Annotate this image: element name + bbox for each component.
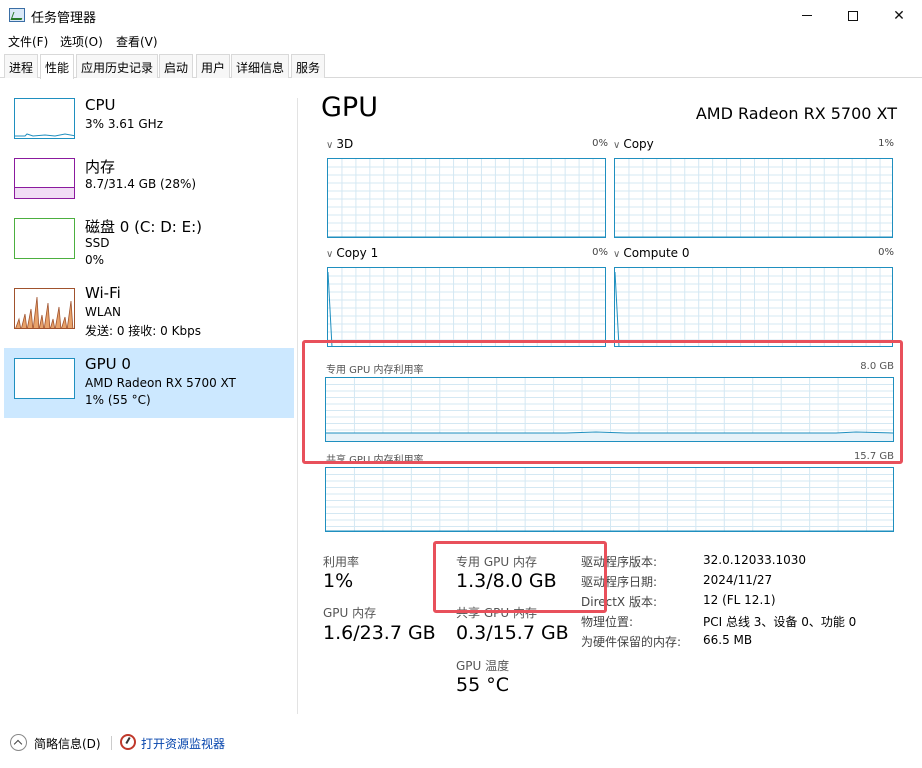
sidebar-item-gpu[interactable]: GPU 0 AMD Radeon RX 5700 XT 1% (55 °C) [4, 348, 294, 418]
footer-divider [111, 736, 112, 750]
sidebar-item-label: Wi-Fi [85, 284, 121, 302]
utilization-value: 1% [323, 570, 354, 592]
gpu-memory-label: GPU 内存 [323, 606, 377, 620]
grid-lines [615, 268, 892, 346]
engine-percent: 1% [878, 138, 894, 149]
tab-startup[interactable]: 启动 [159, 54, 194, 78]
chevron-down-icon: ∨ [326, 249, 334, 260]
fewer-details-button[interactable]: 简略信息(D) [34, 735, 101, 752]
task-manager-icon [9, 8, 25, 22]
graph-shared-memory [325, 467, 894, 532]
tab-users[interactable]: 用户 [196, 54, 231, 78]
menu-file[interactable]: 文件(F) [8, 33, 48, 50]
sidebar-item-label: 内存 [85, 158, 116, 176]
engine-percent: 0% [878, 247, 894, 258]
footer-bar: 简略信息(D) 打开资源监视器 [0, 728, 922, 758]
physical-location-value: PCI 总线 3、设备 0、功能 0 [703, 615, 857, 629]
sidebar-item-detail: AMD Radeon RX 5700 XT [85, 376, 236, 390]
sidebar-item-detail-2: 0% [85, 253, 105, 267]
gpu-temp-label: GPU 温度 [456, 659, 510, 673]
tab-bar: 进程 性能 应用历史记录 启动 用户 详细信息 服务 [0, 54, 922, 79]
gpu-model-name: AMD Radeon RX 5700 XT [695, 104, 897, 123]
tab-app-history[interactable]: 应用历史记录 [76, 54, 159, 78]
engine-label: Copy [623, 137, 654, 151]
graph-copy1 [327, 267, 606, 347]
resource-monitor-icon [120, 734, 136, 750]
grid-lines [328, 159, 605, 237]
grid-lines [326, 468, 893, 531]
open-resource-monitor-link[interactable]: 打开资源监视器 [141, 735, 225, 752]
sidebar-item-detail-2: 发送: 0 接收: 0 Kbps [85, 324, 201, 338]
reserved-memory-value: 66.5 MB [703, 633, 753, 647]
sidebar-item-detail: WLAN [85, 305, 122, 319]
engine-selector-copy1[interactable]: ∨ Copy 1 [326, 246, 378, 260]
sidebar-item-label: 磁盘 0 (C: D: E:) [85, 218, 202, 236]
sidebar-item-wifi[interactable]: Wi-Fi WLAN 发送: 0 接收: 0 Kbps [4, 278, 294, 348]
directx-version-value: 12 (FL 12.1) [703, 593, 776, 607]
grid-lines [615, 159, 892, 237]
engine-label: Copy 1 [336, 246, 379, 260]
disk-thumbnail [14, 218, 75, 259]
close-icon: ✕ [893, 7, 905, 24]
highlight-dedicated-stat [433, 541, 607, 613]
resource-sidebar: CPU 3% 3.61 GHz 内存 8.7/31.4 GB (28%) 磁盘 … [4, 86, 294, 716]
utilization-label: 利用率 [323, 555, 360, 569]
gpu-temp-value: 55 °C [456, 674, 509, 696]
page-title: GPU [321, 92, 378, 123]
highlight-dedicated-graph [302, 340, 903, 464]
driver-date-value: 2024/11/27 [703, 573, 773, 587]
engine-selector-copy[interactable]: ∨ Copy [613, 137, 654, 151]
tab-performance[interactable]: 性能 [40, 54, 75, 79]
chevron-down-icon: ∨ [613, 249, 621, 260]
tab-services[interactable]: 服务 [291, 54, 326, 78]
minimize-button[interactable] [784, 0, 830, 31]
sidebar-item-detail: 3% 3.61 GHz [85, 117, 164, 131]
window-title: 任务管理器 [31, 11, 97, 26]
sidebar-item-label: GPU 0 [85, 355, 131, 373]
chevron-down-icon: ∨ [326, 140, 334, 151]
title-bar[interactable]: 任务管理器 ✕ [0, 0, 922, 31]
wifi-thumbnail [14, 288, 75, 329]
minimize-icon [802, 15, 812, 16]
maximize-button[interactable] [830, 0, 876, 31]
menu-bar: 文件(F) 选项(O) 查看(V) [0, 31, 922, 51]
collapse-icon[interactable] [10, 734, 27, 751]
sidebar-item-detail: SSD [85, 236, 110, 250]
sidebar-item-disk[interactable]: 磁盘 0 (C: D: E:) SSD 0% [4, 208, 294, 278]
cpu-thumbnail [14, 98, 75, 139]
tab-details[interactable]: 详细信息 [231, 54, 290, 78]
engine-selector-3d[interactable]: ∨ 3D [326, 137, 353, 151]
graph-copy [614, 158, 893, 238]
gpu-memory-value: 1.6/23.7 GB [323, 622, 436, 644]
info-key: 物理位置: [581, 615, 634, 629]
maximize-icon [848, 10, 858, 21]
panel-divider [297, 98, 298, 714]
sidebar-item-label: CPU [85, 96, 116, 114]
engine-percent: 0% [592, 138, 608, 149]
memory-thumbnail [14, 158, 75, 199]
sidebar-item-detail: 8.7/31.4 GB (28%) [85, 177, 197, 191]
engine-percent: 0% [592, 247, 608, 258]
driver-version-value: 32.0.12033.1030 [703, 553, 807, 567]
graph-compute0 [614, 267, 893, 347]
grid-lines [328, 268, 605, 346]
gpu-thumbnail [14, 358, 75, 399]
close-button[interactable]: ✕ [876, 0, 922, 31]
info-key: 为硬件保留的内存: [581, 635, 682, 649]
engine-selector-compute0[interactable]: ∨ Compute 0 [613, 246, 690, 260]
shared-mem-value: 0.3/15.7 GB [456, 622, 569, 644]
engine-label: Compute 0 [623, 246, 690, 260]
chevron-down-icon: ∨ [613, 140, 621, 151]
graph-3d [327, 158, 606, 238]
menu-view[interactable]: 查看(V) [116, 33, 158, 50]
tab-processes[interactable]: 进程 [4, 54, 39, 78]
sidebar-item-detail-2: 1% (55 °C) [85, 393, 151, 407]
menu-options[interactable]: 选项(O) [60, 33, 103, 50]
engine-label: 3D [336, 137, 354, 151]
